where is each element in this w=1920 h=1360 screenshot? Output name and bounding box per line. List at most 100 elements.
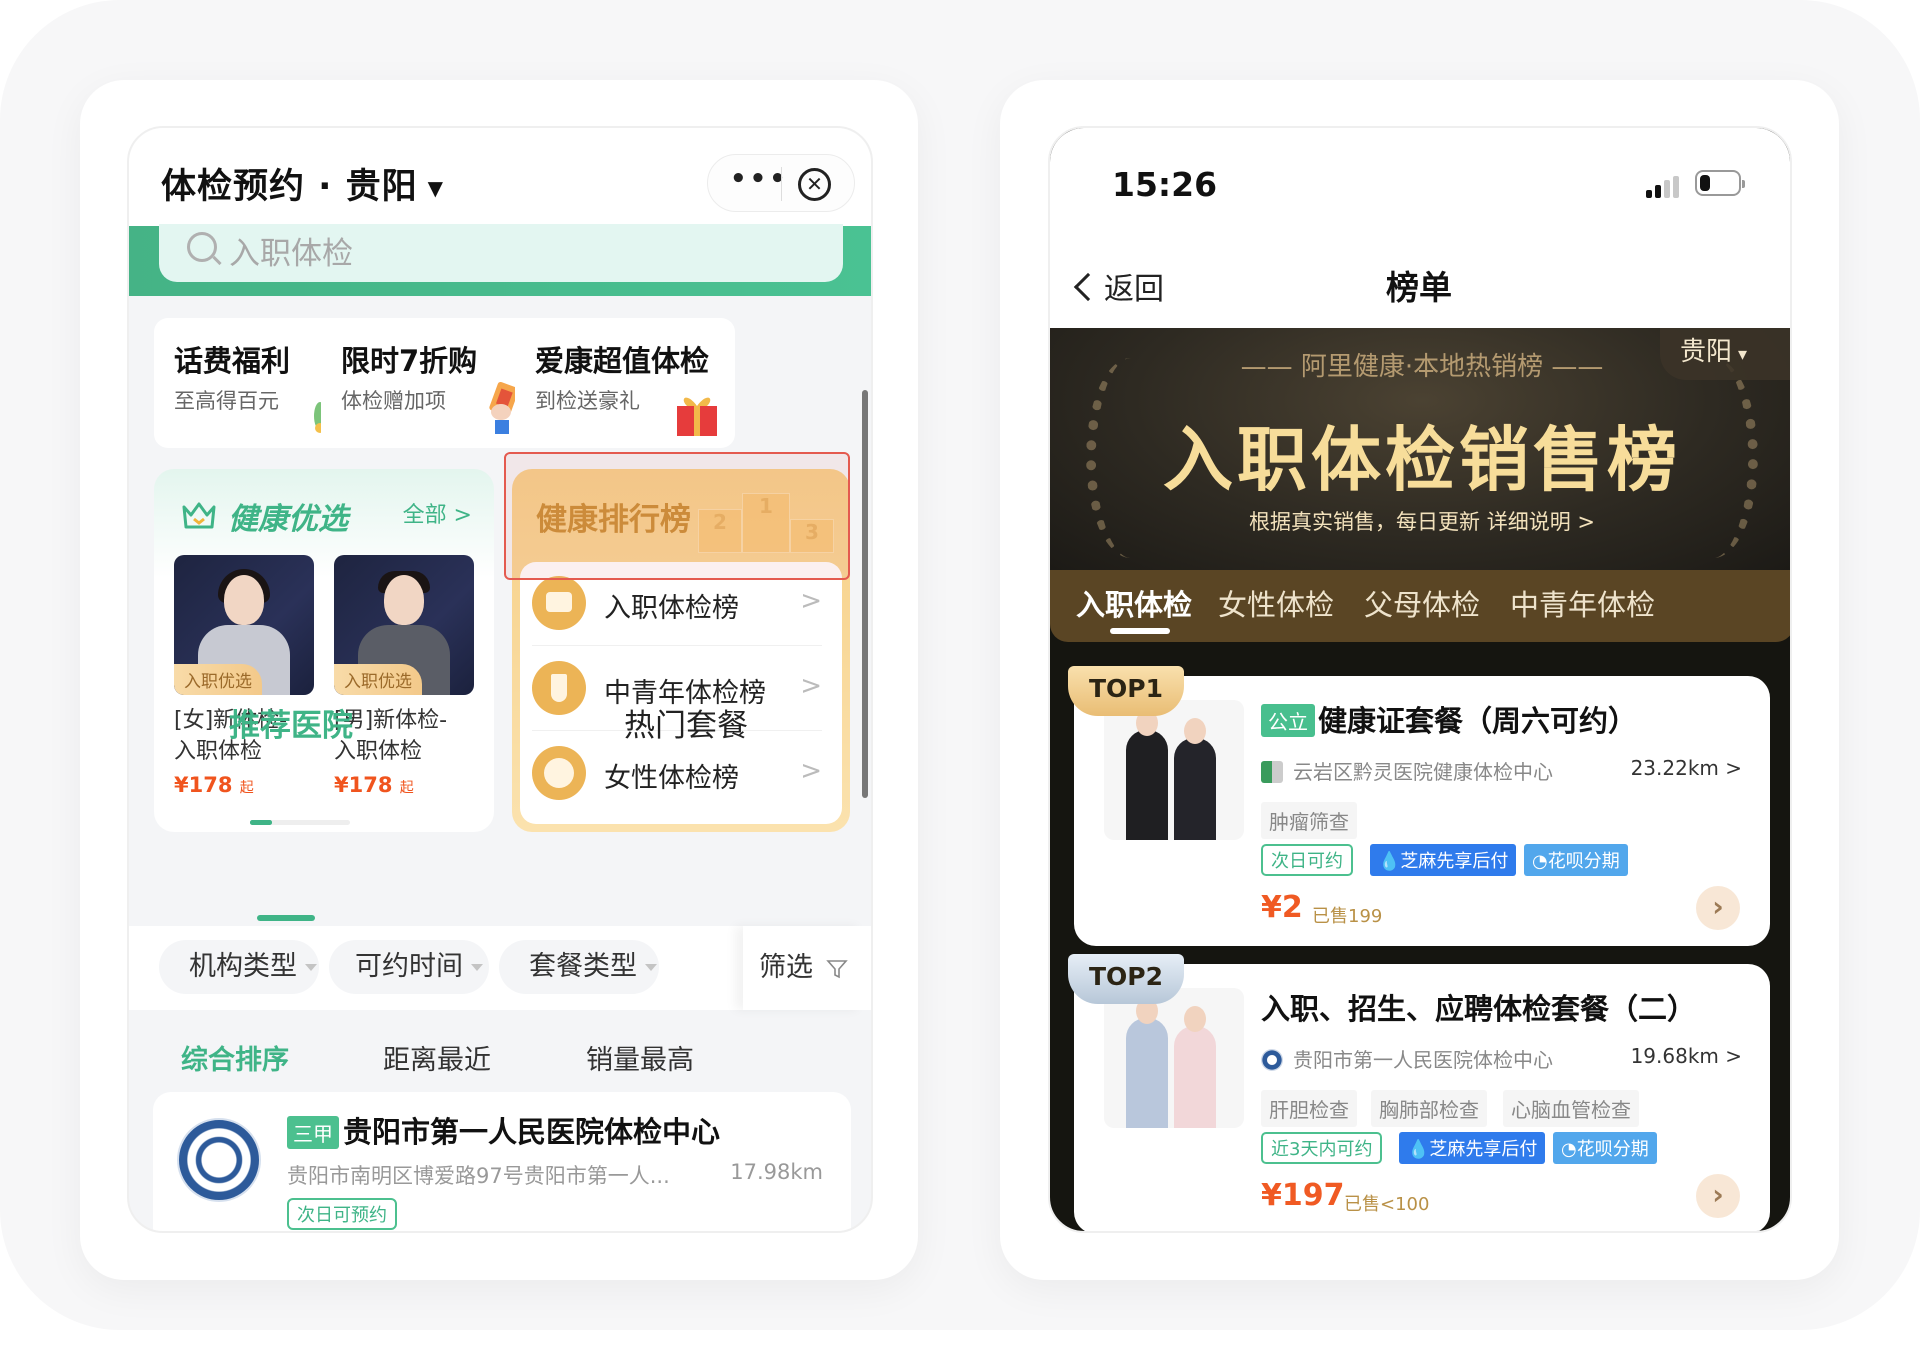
package-image [1104,988,1244,1128]
sesame-pay-later-tag: 💧芝麻先享后付 [1399,1132,1546,1164]
hospital-card[interactable]: 三甲 贵阳市第一人民医院体检中心 贵阳市南明区博爱路97号贵阳市第一人... 1… [153,1092,851,1231]
dropdown-caret-icon [471,964,483,971]
ranking-list-item[interactable]: TOP2 入职、招生、应聘体检套餐（二） 贵阳市第一人民医院体检中心 19.68… [1068,954,1770,1231]
city-selector[interactable]: 贵阳 [1660,328,1790,380]
huabei-installment-tag: ◔花呗分期 [1553,1132,1657,1164]
booking-availability-tag: 次日可预约 [287,1198,397,1230]
page-title-text: 体检预约 · 贵阳 [161,167,418,207]
chevron-right-icon: > [800,586,822,616]
distance[interactable]: 19.68km > [1631,1044,1742,1068]
institution-name: 贵阳市第一人民医院体检中心 [1261,1044,1553,1073]
view-all-link[interactable]: 全部 > [403,497,472,529]
hospital-grade-badge: 三甲 [287,1116,339,1149]
tie-icon [532,661,586,715]
page-title: 榜单 [1386,268,1452,307]
dropdown-caret-icon [645,964,657,971]
filter-button[interactable]: 筛选 [743,926,865,1010]
ranking-item-label: 女性体检榜 [604,763,739,794]
right-phone-screen: 15:26 返回 榜单 —— 阿里健康·本地热销榜 —— 入职体检销售榜 根据真… [1048,126,1792,1233]
institution-logo-icon [1261,761,1283,783]
rank-badge: TOP2 [1068,954,1184,1004]
product-card[interactable]: 入职优选 [男]新体检- 入职体检 ¥178 起 [334,555,474,797]
search-input[interactable]: 入职体检 [159,224,843,282]
promo-card-discount[interactable]: 限时7折购 体检赠加项 [321,318,541,448]
promo-subtitle: 体检赠加项 [341,389,446,413]
chevron-right-icon[interactable]: › [1696,886,1740,930]
city-dropdown-caret-icon[interactable]: ▼ [428,176,444,200]
carousel-indicator-fill [250,820,272,825]
promo-title: 限时7折购 [341,344,478,378]
tab-onboarding-exam[interactable]: 入职体检 [1076,582,1192,624]
sold-count: 已售<100 [1344,1194,1430,1215]
chevron-right-icon: > [800,671,822,701]
filter-package-type[interactable]: 套餐类型 [499,940,659,994]
booking-tag: 近3天内可约 [1261,1132,1383,1164]
funnel-icon [825,959,848,978]
crown-icon [182,502,216,529]
product-image-male: 入职优选 [334,555,474,695]
price: ¥197 [1261,1178,1345,1213]
public-hospital-chip: 公立 [1261,704,1315,737]
active-tab-indicator [257,915,315,921]
promo-title: 话费福利 [174,344,291,378]
feature-tag: 胸肺部检查 [1371,1090,1487,1127]
ranking-list: 入职体检榜 > 中青年体检榜 > 女性体检榜 > [520,562,842,824]
booking-tag: 次日可约 [1261,844,1353,876]
left-phone-screen: 体检预约 · 贵阳 ▼ ••• ✕ 入职体检 话费福利 至高得百元 限时7折购 体… [127,126,873,1233]
chevron-left-icon [1073,272,1103,302]
hospital-logo [177,1118,261,1202]
tab-recommended-hospitals[interactable]: 推荐医院 [229,700,353,745]
carousel-indicator [250,820,350,825]
feature-tag: 心脑血管检查 [1503,1090,1639,1127]
banner-title: 入职体检销售榜 [1163,419,1681,501]
sort-nearest[interactable]: 距离最近 [383,1038,491,1077]
product-card[interactable]: 入职优选 [女]新体检- 入职体检 ¥178 起 [174,555,314,797]
product-price: ¥178 起 [334,773,414,797]
tab-popular-packages[interactable]: 热门套餐 [624,700,748,745]
hospital-name: 贵阳市第一人民医院体检中心 [343,1115,721,1149]
page-title[interactable]: 体检预约 · 贵阳 ▼ [161,158,444,209]
tab-youth-midage-exam[interactable]: 中青年体检 [1510,582,1655,624]
product-image-female: 入职优选 [174,555,314,695]
feature-tag: 肝胆检查 [1261,1090,1357,1127]
product-badge: 入职优选 [334,664,422,695]
sesame-pay-later-tag: 💧芝麻先享后付 [1370,844,1517,876]
product-badge: 入职优选 [174,664,262,695]
institution-name: 云岩区黔灵医院健康体检中心 [1261,756,1553,785]
filter-institution-type[interactable]: 机构类型 [159,940,319,994]
close-icon[interactable]: ✕ [798,168,831,201]
chevron-right-icon[interactable]: › [1696,1174,1740,1218]
battery-icon [1695,170,1745,196]
health-selection-card: 健康优选 全部 > 入职优选 [女]新体检- 入职体检 ¥178 起 入职优选 [… [154,469,494,832]
promo-title: 爱康超值体检 [535,344,710,378]
package-title: 健康证套餐（周六可约） [1318,704,1638,738]
scrollbar[interactable] [862,390,868,798]
promo-card-aikang[interactable]: 爱康超值体检 到检送豪礼 [515,318,735,448]
feature-tag: 肿瘤筛查 [1261,802,1357,839]
status-time: 15:26 [1112,165,1218,204]
sort-comprehensive[interactable]: 综合排序 [181,1038,289,1077]
huabei-installment-tag: ◔花呗分期 [1524,844,1628,876]
banner-description-link[interactable]: 根据真实销售，每日更新 详细说明 > [1050,506,1790,536]
product-name: [男]新体检- 入职体检 [334,708,448,764]
price: ¥2 [1261,890,1303,925]
dropdown-caret-icon [305,964,317,971]
health-selection-title: 健康优选 [228,502,348,537]
tab-parents-exam[interactable]: 父母体检 [1364,582,1480,624]
gift-icon [677,397,717,436]
hospital-distance: 17.98km [730,1160,823,1184]
signal-icon [1646,176,1682,198]
rank-badge: TOP1 [1068,666,1184,716]
tab-women-exam[interactable]: 女性体检 [1218,582,1334,624]
active-tab-indicator [1110,628,1170,634]
sort-best-selling[interactable]: 销量最高 [586,1038,694,1077]
filter-available-time[interactable]: 可约时间 [329,940,489,994]
distance[interactable]: 23.22km > [1631,756,1742,780]
search-placeholder: 入职体检 [229,236,353,272]
promo-subtitle: 至高得百元 [174,389,279,413]
back-button[interactable]: 返回 [1073,264,1164,308]
chevron-right-icon: > [800,756,822,786]
mini-program-capsule: ••• ✕ [707,154,855,212]
ranking-list-item[interactable]: TOP1 公立 健康证套餐（周六可约） 云岩区黔灵医院健康体检中心 23.22k… [1068,666,1770,946]
institution-logo-icon [1261,1049,1283,1071]
